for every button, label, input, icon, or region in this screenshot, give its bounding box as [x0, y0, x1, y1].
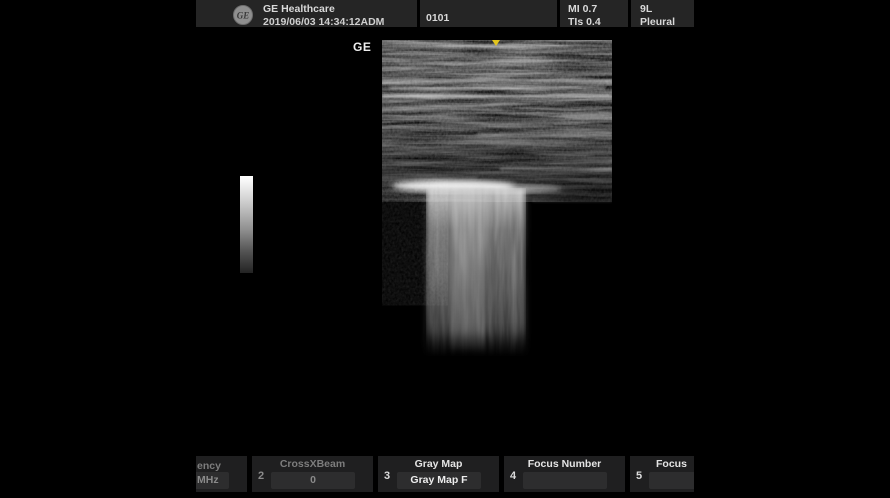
header-acoustic-output-section: MI 0.7 TIs 0.4	[557, 0, 628, 27]
softkey-value-button[interactable]	[649, 472, 694, 489]
softkey-value-button[interactable]	[523, 472, 607, 489]
softkey-number: 3	[384, 470, 390, 482]
softkey-label: ency	[197, 460, 221, 472]
mi-value: MI 0.7	[568, 3, 597, 15]
ultrasound-image	[382, 40, 612, 356]
softkey-label: Focus	[630, 458, 694, 470]
preset-name: Pleural	[640, 16, 675, 28]
probe-name: 9L	[640, 3, 652, 15]
softkey-number: 4	[510, 470, 516, 482]
softkey-number: 2	[258, 470, 264, 482]
grayscale-bar	[240, 176, 253, 273]
softkey-value-button[interactable]: Gray Map F	[397, 472, 481, 489]
menu-item-focus[interactable]: 5 Focus	[630, 456, 694, 492]
header-probe-section: 9L Pleural	[628, 0, 682, 27]
menu-item-crossxbeam[interactable]: 2 CrossXBeam 0	[252, 456, 373, 492]
ultrasound-screen: GE GE Healthcare 2019/06/03 14:34:12ADM …	[196, 0, 694, 498]
softkey-number: 5	[636, 470, 642, 482]
softkey-label: CrossXBeam	[252, 458, 373, 470]
svg-text:GE: GE	[237, 11, 250, 21]
header-brand-section: GE GE Healthcare 2019/06/03 14:34:12ADM	[196, 0, 417, 27]
menu-item-gray-map[interactable]: 3 Gray Map Gray Map F	[378, 456, 499, 492]
softkey-value-button[interactable]: MHz	[196, 472, 229, 489]
orientation-marker-icon	[492, 40, 500, 46]
ge-logo-icon: GE	[233, 5, 253, 25]
softkey-menu: ency MHz 2 CrossXBeam 0 3 Gray Map Gray …	[196, 456, 694, 492]
softkey-value-button[interactable]: 0	[271, 472, 355, 489]
softkey-label: Gray Map	[378, 458, 499, 470]
header-patient-section: 0101	[417, 0, 557, 27]
menu-item-frequency[interactable]: ency MHz	[196, 456, 247, 492]
datetime-text: 2019/06/03 14:34:12ADM	[263, 16, 384, 28]
header-bar: GE GE Healthcare 2019/06/03 14:34:12ADM …	[196, 0, 694, 30]
menu-item-focus-number[interactable]: 4 Focus Number	[504, 456, 625, 492]
ge-watermark: GE	[353, 40, 371, 54]
ultrasound-speckle-graphic	[382, 40, 612, 356]
brand-title: GE Healthcare	[263, 3, 335, 15]
tis-value: TIs 0.4	[568, 16, 601, 28]
patient-id: 0101	[426, 12, 449, 24]
softkey-label: Focus Number	[504, 458, 625, 470]
